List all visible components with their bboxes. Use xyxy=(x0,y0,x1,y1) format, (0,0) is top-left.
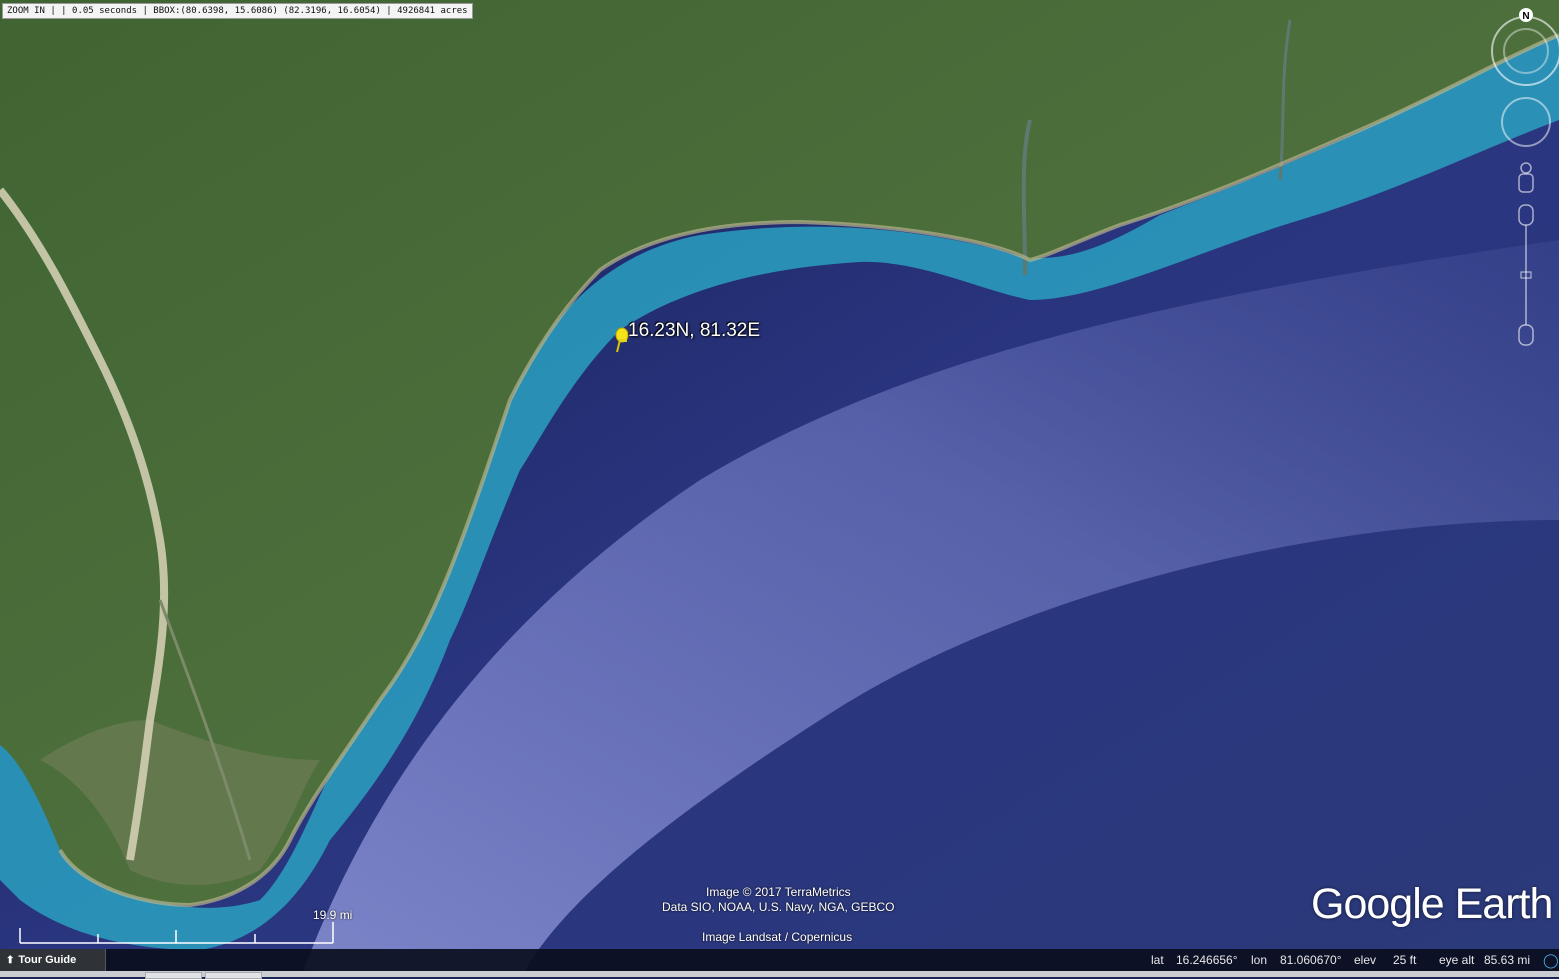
scale-label: 19.9 mi xyxy=(313,908,353,922)
tour-guide-button[interactable]: ⬆ Tour Guide xyxy=(0,949,106,971)
tour-guide-label: Tour Guide xyxy=(18,954,77,966)
imagery-credit-line2: Data SIO, NOAA, U.S. Navy, NGA, GEBCO xyxy=(662,900,895,914)
window-bottom-strip xyxy=(0,971,1559,979)
bottom-tab[interactable] xyxy=(205,972,262,979)
eye-alt-label: eye alt xyxy=(1439,953,1475,967)
lon-value: 81.060670° xyxy=(1280,953,1342,967)
lon-label: lon xyxy=(1251,953,1268,967)
zoom-info-overlay: ZOOM IN | | 0.05 seconds | BBOX:(80.6398… xyxy=(2,3,473,19)
eye-alt-value: 85.63 mi xyxy=(1484,953,1531,967)
bottom-tab[interactable] xyxy=(145,972,202,979)
streaming-indicator-icon: ◯ xyxy=(1543,952,1559,968)
lat-value: 16.246656° xyxy=(1176,953,1238,967)
placemark-label[interactable]: 16.23N, 81.32E xyxy=(628,320,760,342)
imagery-credit-line1: Image © 2017 TerraMetrics xyxy=(706,885,851,899)
status-bar: ⬆ Tour Guide lat 16.246656° lon 81.060670… xyxy=(0,949,1559,971)
elev-value: 25 ft xyxy=(1393,953,1417,967)
elev-label: elev xyxy=(1354,953,1377,967)
imagery-credit-line3: Image Landsat / Copernicus xyxy=(702,930,853,944)
compass-north-label: N xyxy=(1522,11,1529,22)
google-earth-logo: Google Earth xyxy=(1311,880,1553,928)
satellite-map[interactable]: N xyxy=(0,0,1559,977)
lat-label: lat xyxy=(1151,953,1164,967)
chevron-up-icon: ⬆ xyxy=(6,955,15,966)
